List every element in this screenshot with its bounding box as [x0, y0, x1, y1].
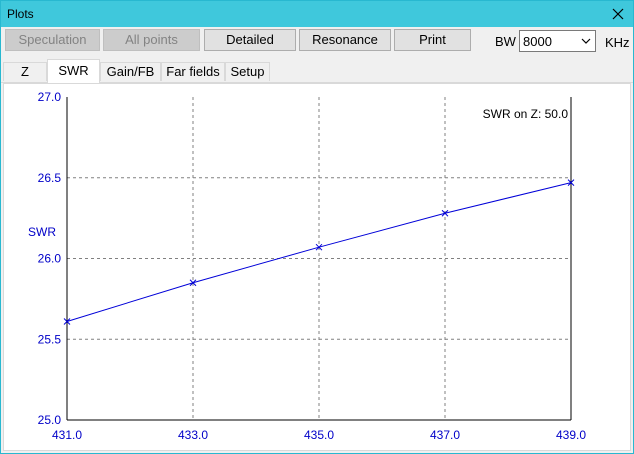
bw-label: BW: [495, 34, 516, 49]
y-tick-label: 25.0: [38, 413, 62, 427]
x-tick-label: 433.0: [178, 428, 208, 442]
swr-chart: SWR SWR on Z: 50.0 431.0 433.0 435.0 437.0 4…: [28, 90, 586, 442]
all-points-button[interactable]: All points: [103, 29, 200, 51]
bw-dropdown-value: 8000: [523, 34, 552, 49]
y-tick-label: 27.0: [38, 90, 62, 104]
x-tick-label: 435.0: [304, 428, 334, 442]
print-button[interactable]: Print: [394, 29, 471, 51]
y-tick-label: 25.5: [38, 332, 62, 346]
plots-window: Plots Speculation All points Detailed Re…: [0, 0, 634, 454]
bw-dropdown[interactable]: 8000: [519, 30, 596, 52]
tab-strip: Z SWR Gain/FB Far fields Setup: [1, 59, 633, 83]
window-title: Plots: [7, 7, 34, 21]
y-axis-label: SWR: [28, 225, 56, 239]
x-tick-label: 439.0: [556, 428, 586, 442]
chevron-down-icon: [581, 38, 591, 44]
swr-series-line: [66, 182, 572, 322]
y-tick-label: 26.5: [38, 171, 62, 185]
close-icon: [612, 8, 624, 20]
swr-plot-panel: SWR SWR on Z: 50.0 431.0 433.0 435.0 437.0 4…: [3, 83, 631, 451]
speculation-button[interactable]: Speculation: [5, 29, 100, 51]
tab-gain-fb[interactable]: Gain/FB: [100, 62, 161, 81]
title-bar[interactable]: Plots: [1, 1, 633, 27]
x-tick-label: 437.0: [430, 428, 460, 442]
detailed-button[interactable]: Detailed: [204, 29, 296, 51]
tab-z[interactable]: Z: [3, 62, 47, 81]
tab-far-fields[interactable]: Far fields: [161, 62, 225, 81]
close-button[interactable]: [601, 1, 633, 27]
khz-unit-label: KHz: [605, 35, 630, 50]
x-tick-label: 431.0: [52, 428, 82, 442]
tab-swr[interactable]: SWR: [47, 59, 100, 83]
resonance-button[interactable]: Resonance: [299, 29, 391, 51]
swr-reference-annotation: SWR on Z: 50.0: [483, 107, 569, 121]
toolbar: Speculation All points Detailed Resonanc…: [1, 27, 633, 59]
y-tick-label: 26.0: [38, 252, 62, 266]
tab-setup[interactable]: Setup: [225, 62, 270, 81]
